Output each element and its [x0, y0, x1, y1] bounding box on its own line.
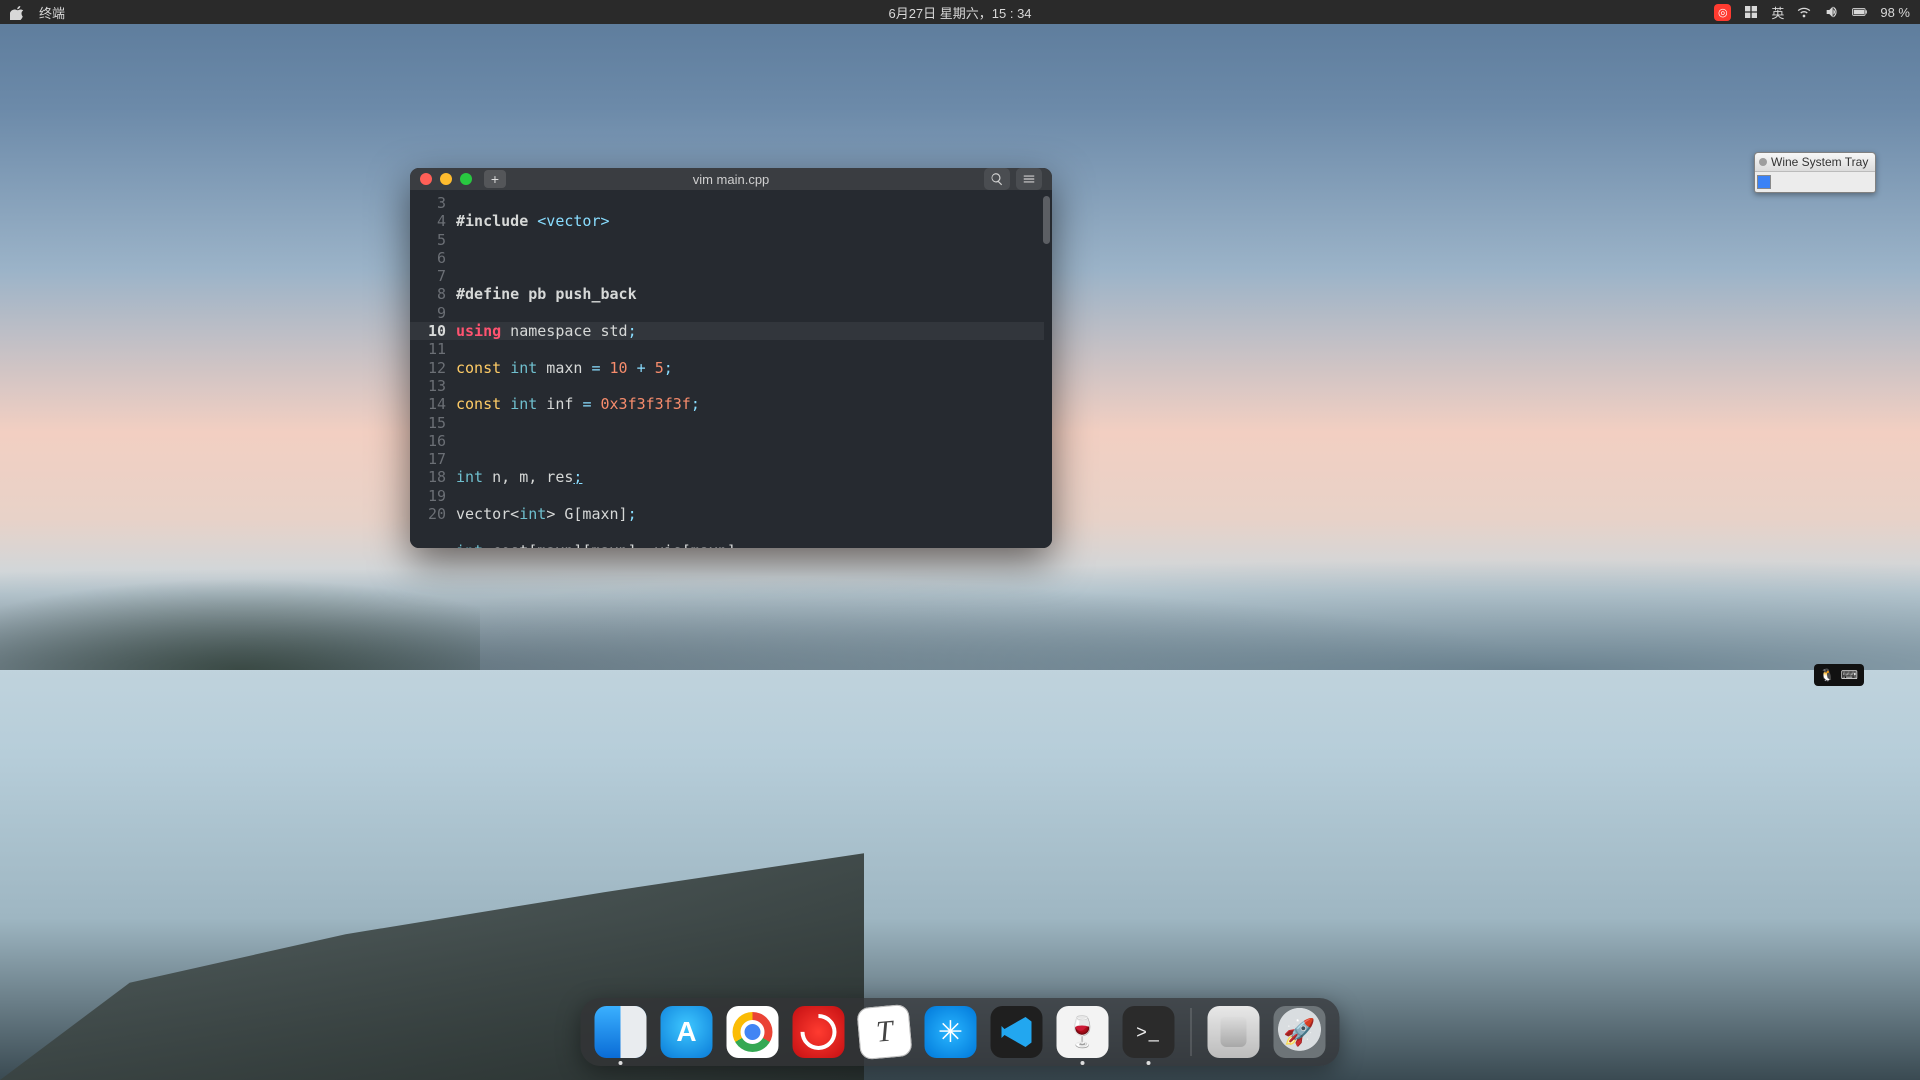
wine-tray-body: [1755, 172, 1875, 192]
dock-separator: [1191, 1008, 1192, 1056]
input-method-label[interactable]: 英: [1771, 3, 1784, 22]
new-tab-button[interactable]: +: [484, 170, 506, 188]
dock-app-terminal[interactable]: [1123, 1006, 1175, 1058]
window-close-button[interactable]: [420, 173, 432, 185]
wine-tray-dot-icon: [1759, 158, 1767, 166]
line-number-gutter: 345 678 910 111213 141516 171819 20: [410, 190, 452, 548]
running-indicator: [1081, 1061, 1085, 1065]
dock-app-appstore[interactable]: [661, 1006, 713, 1058]
netease-tray-icon[interactable]: ◎: [1714, 4, 1731, 21]
terminal-body[interactable]: 345 678 910 111213 141516 171819 20 #inc…: [410, 190, 1052, 548]
terminal-titlebar[interactable]: + vim main.cpp: [410, 168, 1052, 190]
wine-tray-titlebar[interactable]: Wine System Tray: [1755, 153, 1875, 172]
terminal-title: vim main.cpp: [693, 172, 770, 187]
window-traffic-lights: [420, 173, 472, 185]
input-method-indicator[interactable]: 🐧 ⌨: [1814, 664, 1864, 686]
terminal-window: + vim main.cpp 345 678 910 111213 141516…: [410, 168, 1052, 548]
code-area[interactable]: #include <vector> #define pb push_back u…: [452, 190, 1052, 548]
im-linux-icon: 🐧: [1820, 668, 1835, 682]
dock: [581, 998, 1340, 1066]
active-app-name[interactable]: 终端: [39, 3, 65, 22]
running-indicator: [1147, 1061, 1151, 1065]
battery-percent: 98 %: [1880, 5, 1910, 20]
grid-tray-icon[interactable]: [1743, 4, 1759, 20]
running-indicator: [619, 1061, 623, 1065]
dock-app-finder[interactable]: [595, 1006, 647, 1058]
battery-icon[interactable]: [1852, 4, 1868, 20]
window-maximize-button[interactable]: [460, 173, 472, 185]
wallpaper-trees: [0, 540, 480, 670]
dock-launchpad[interactable]: [1274, 1006, 1326, 1058]
apple-logo-icon[interactable]: [10, 5, 25, 20]
terminal-menu-button[interactable]: [1016, 168, 1042, 190]
im-keyboard-icon: ⌨: [1841, 668, 1858, 682]
wine-system-tray-window[interactable]: Wine System Tray: [1754, 152, 1876, 193]
dock-app-tim[interactable]: [925, 1006, 977, 1058]
dock-app-chrome[interactable]: [727, 1006, 779, 1058]
volume-icon[interactable]: [1824, 4, 1840, 20]
dock-app-wine[interactable]: [1057, 1006, 1109, 1058]
wine-tray-app-icon[interactable]: [1757, 175, 1771, 189]
menubar: 终端 6月27日 星期六，15 : 34 ◎ 英 98 %: [0, 0, 1920, 24]
menubar-datetime: 6月27日 星期六，15 : 34: [888, 3, 1031, 22]
window-minimize-button[interactable]: [440, 173, 452, 185]
dock-app-vscode[interactable]: [991, 1006, 1043, 1058]
dock-app-textedit[interactable]: [856, 1004, 912, 1060]
dock-app-netease[interactable]: [793, 1006, 845, 1058]
wine-tray-title-text: Wine System Tray: [1771, 155, 1868, 169]
terminal-search-button[interactable]: [984, 168, 1010, 190]
wifi-icon[interactable]: [1796, 4, 1812, 20]
dock-trash[interactable]: [1208, 1006, 1260, 1058]
